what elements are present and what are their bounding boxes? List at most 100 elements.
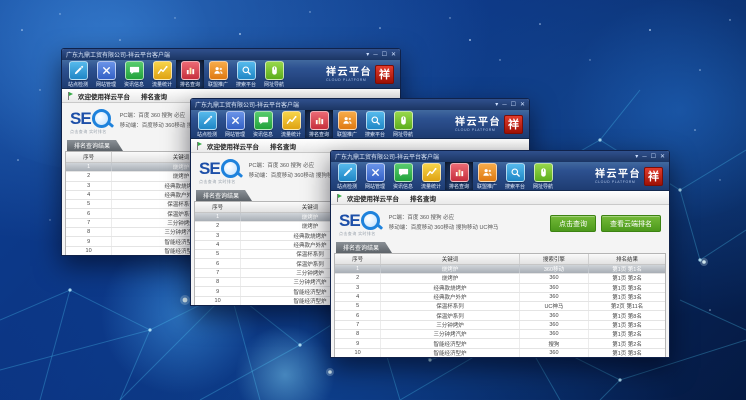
- toolbar-item-4[interactable]: 流量统计: [417, 162, 445, 190]
- toolbar-item-3[interactable]: 资讯信息: [249, 110, 277, 138]
- table-row[interactable]: 5 保温杯系列 UC神马 第2页 第11名: [335, 302, 665, 311]
- toolbar-item-7[interactable]: 搜索平台: [501, 162, 529, 190]
- cell-rank: 第1页 第8名: [589, 311, 665, 319]
- toolbar-item-1[interactable]: 站点检测: [193, 110, 221, 138]
- table-row[interactable]: 2 烧烤炉 360 第1页 第2名: [335, 274, 665, 283]
- minimize-icon[interactable]: ─: [642, 154, 646, 160]
- toolbar-item-3[interactable]: 资讯信息: [389, 162, 417, 190]
- titlebar[interactable]: 广东九鼎工贸有限公司-祥云平台客户端 ▾ ─ ☐ ✕: [331, 151, 669, 162]
- toolbar-item-6[interactable]: 联盟推广: [473, 162, 501, 190]
- toolbar-item-1[interactable]: 站点检测: [64, 60, 92, 88]
- line-chart-icon: [153, 61, 172, 80]
- toolbar-item-2[interactable]: 网站管理: [361, 162, 389, 190]
- page-title: 排名查询: [141, 91, 167, 101]
- site-check-icon: [338, 163, 357, 182]
- window-controls: ▾ ─ ☐ ✕: [635, 154, 665, 160]
- column-header-3[interactable]: 搜索引擎: [520, 254, 589, 264]
- toolbar-item-1[interactable]: 站点检测: [333, 162, 361, 190]
- table-row[interactable]: 3 经典款烧烤炉 360 第1页 第3名: [335, 284, 665, 293]
- toolbar-items: 站点检测 网站管理 资讯信息 流量统计: [333, 162, 557, 190]
- close-icon[interactable]: ✕: [520, 102, 525, 108]
- toolbar-item-8[interactable]: 网址导航: [260, 60, 288, 88]
- column-header-1[interactable]: 序号: [335, 254, 381, 264]
- maximize-icon[interactable]: ☐: [651, 154, 656, 160]
- toolbar-item-2[interactable]: 网站管理: [92, 60, 120, 88]
- site-check-icon: [69, 61, 88, 80]
- toolbar-item-label: 网站管理: [225, 131, 245, 138]
- close-icon[interactable]: ✕: [391, 52, 396, 58]
- table-body: 1 烧烤炉 360移动 第1页 第1名 2 烧烤炉 360 第1页 第2名 3: [335, 265, 665, 357]
- column-header-1[interactable]: 序号: [66, 152, 112, 162]
- cloud-rank-button[interactable]: 查看云端排名: [601, 215, 661, 232]
- skin-icon[interactable]: ▾: [635, 154, 638, 160]
- toolbar-item-4[interactable]: 流量统计: [277, 110, 305, 138]
- table-row[interactable]: 10 智能经济型炉 360 第1页 第3名: [335, 349, 665, 357]
- tab-row: 排名查询结果: [331, 242, 669, 253]
- toolbar-item-6[interactable]: 联盟推广: [333, 110, 361, 138]
- cell-index: 10: [195, 297, 241, 305]
- titlebar[interactable]: 广东九鼎工贸有限公司-祥云平台客户端 ▾ ─ ☐ ✕: [62, 49, 400, 60]
- toolbar-item-7[interactable]: 搜索平台: [232, 60, 260, 88]
- query-button[interactable]: 点击查询: [550, 215, 596, 232]
- table-row[interactable]: 8 三分钟烤汽炉 360 第1页 第2名: [335, 330, 665, 339]
- bar-chart-icon: [450, 163, 469, 182]
- results-tab[interactable]: 排名查询结果: [67, 140, 123, 151]
- table-row[interactable]: 7 三分钟烤炉 360 第1页 第3名: [335, 321, 665, 330]
- seo-caption: 点击查询 实时排名: [199, 179, 240, 185]
- toolbar-item-3[interactable]: 资讯信息: [120, 60, 148, 88]
- close-icon[interactable]: ✕: [660, 154, 665, 160]
- brand-text: 祥云平台 CLOUD PLATFORM: [595, 169, 641, 184]
- maximize-icon[interactable]: ☐: [382, 52, 387, 58]
- toolbar-item-2[interactable]: 网站管理: [221, 110, 249, 138]
- site-check-icon: [198, 111, 217, 130]
- toolbar-item-5[interactable]: 排名查询: [305, 110, 333, 138]
- seo-caption: 点击查询 实时排名: [339, 231, 380, 237]
- brand-name: 祥云平台: [595, 169, 641, 180]
- cell-index: 5: [335, 302, 381, 310]
- brand-text: 祥云平台 CLOUD PLATFORM: [326, 67, 372, 82]
- maximize-icon[interactable]: ☐: [511, 102, 516, 108]
- window-body: SE 点击查询 实时排名 PC端：百度 360 搜狗 必应 移动端：百度移动 3…: [331, 205, 669, 357]
- skin-icon[interactable]: ▾: [495, 102, 498, 108]
- column-header-1[interactable]: 序号: [195, 202, 241, 212]
- table-row[interactable]: 4 经典款户外炉 360 第1页 第3名: [335, 293, 665, 302]
- cell-rank: 第1页 第2名: [589, 274, 665, 282]
- results-tab[interactable]: 排名查询结果: [196, 190, 252, 201]
- toolbar-item-8[interactable]: 网址导航: [529, 162, 557, 190]
- results-tab[interactable]: 排名查询结果: [336, 242, 392, 253]
- cell-keyword: 经典款户外炉: [381, 293, 520, 301]
- toolbar-item-8[interactable]: 网址导航: [389, 110, 417, 138]
- column-header-2[interactable]: 关键词: [381, 254, 520, 264]
- magnifier-icon: [361, 211, 380, 230]
- minimize-icon[interactable]: ─: [502, 102, 506, 108]
- brand-subtitle: CLOUD PLATFORM: [595, 180, 641, 184]
- cell-index: 6: [335, 311, 381, 319]
- toolbar-item-6[interactable]: 联盟推广: [204, 60, 232, 88]
- toolbar-items: 站点检测 网站管理 资讯信息 流量统计: [193, 110, 417, 138]
- window-title: 广东九鼎工贸有限公司-祥云平台客户端: [335, 152, 439, 161]
- table-row[interactable]: 1 烧烤炉 360移动 第1页 第1名: [335, 265, 665, 274]
- cell-index: 10: [66, 247, 112, 255]
- toolbar-item-4[interactable]: 流量统计: [148, 60, 176, 88]
- cell-index: 7: [66, 219, 112, 227]
- seo-logo: SE 点击查询 实时排名: [339, 211, 380, 237]
- skin-icon[interactable]: ▾: [366, 52, 369, 58]
- chat-icon: [254, 111, 273, 130]
- mouse-icon: [534, 163, 553, 182]
- toolbar-item-label: 网站管理: [96, 81, 116, 88]
- table-row[interactable]: 6 保温炉系列 360 第1页 第8名: [335, 311, 665, 320]
- cell-index: 9: [66, 237, 112, 245]
- toolbar: 站点检测 网站管理 资讯信息 流量统计: [331, 162, 669, 191]
- bar-chart-icon: [310, 111, 329, 130]
- toolbar-item-7[interactable]: 搜索平台: [361, 110, 389, 138]
- mobile-engines: 移动端：百度移动 360移动 搜狗移动 UC神马: [389, 224, 499, 234]
- titlebar[interactable]: 广东九鼎工贸有限公司-祥云平台客户端 ▾ ─ ☐ ✕: [191, 99, 529, 110]
- line-chart-icon: [282, 111, 301, 130]
- toolbar: 站点检测 网站管理 资讯信息 流量统计: [191, 110, 529, 139]
- cell-keyword: 保温炉系列: [381, 311, 520, 319]
- toolbar-item-5[interactable]: 排名查询: [445, 162, 473, 190]
- minimize-icon[interactable]: ─: [373, 52, 377, 58]
- toolbar-item-5[interactable]: 排名查询: [176, 60, 204, 88]
- column-header-4[interactable]: 排名结果: [589, 254, 665, 264]
- table-row[interactable]: 9 智能经济型炉 搜狗 第1页 第2名: [335, 339, 665, 348]
